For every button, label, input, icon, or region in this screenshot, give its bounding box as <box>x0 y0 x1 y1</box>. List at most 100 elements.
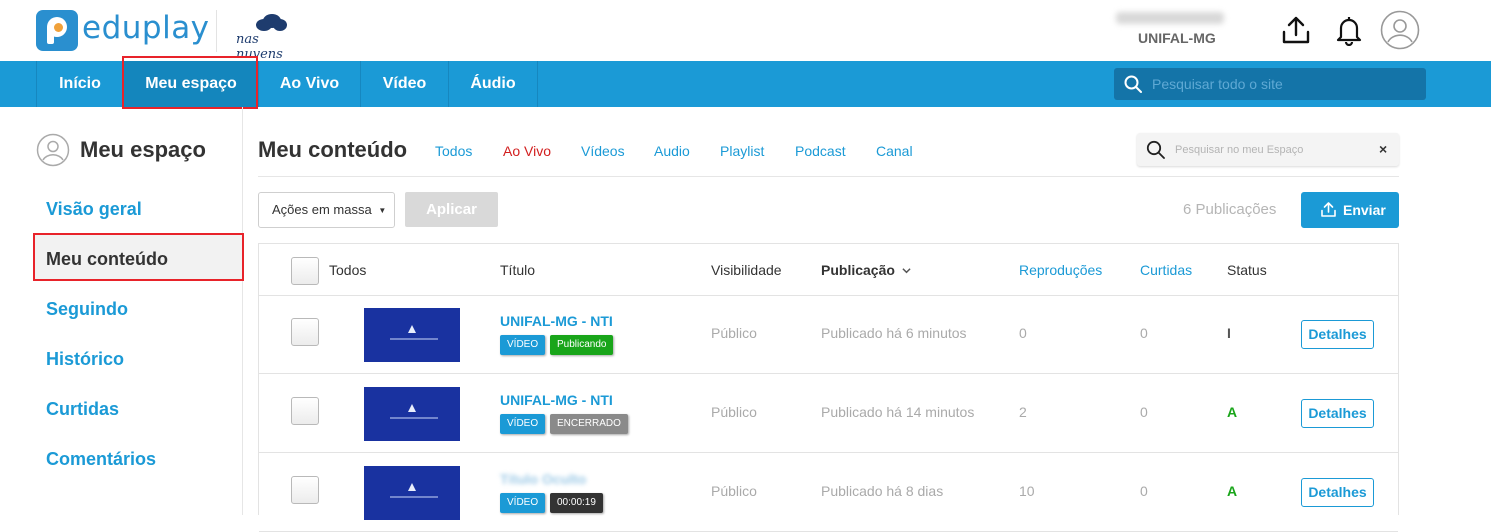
type-badge: VÍDEO <box>500 335 546 355</box>
sidebar-title: Meu espaço <box>80 137 206 162</box>
search-icon <box>1124 75 1142 93</box>
nav-item-video[interactable]: Vídeo <box>360 61 448 107</box>
bell-icon[interactable] <box>1333 14 1365 46</box>
filter-tab-todos[interactable]: Todos <box>435 143 472 159</box>
filter-tab-podcast[interactable]: Podcast <box>795 143 846 159</box>
bulk-actions-select[interactable]: Ações em massa ▼ <box>258 192 395 228</box>
col-header-likes[interactable]: Curtidas <box>1140 262 1192 278</box>
page-title: Meu conteúdo <box>258 137 408 162</box>
upload-icon[interactable] <box>1280 14 1312 46</box>
type-badge: VÍDEO <box>500 493 546 513</box>
duration-badge: 00:00:19 <box>550 493 603 513</box>
video-thumbnail[interactable] <box>364 466 460 520</box>
col-header-all: Todos <box>329 262 367 278</box>
brand-name[interactable]: eduplay <box>82 10 210 46</box>
row-visibility: Público <box>711 483 757 499</box>
thumbnail-logo-icon <box>408 483 416 491</box>
user-org: UNIFAL-MG <box>1138 30 1216 46</box>
user-avatar-icon[interactable] <box>1380 10 1420 50</box>
sidebar-item-historico[interactable]: Histórico <box>46 349 124 370</box>
caret-down-icon: ▼ <box>378 205 387 215</box>
col-header-plays[interactable]: Reproduções <box>1019 262 1102 278</box>
col-header-status: Status <box>1227 262 1267 278</box>
row-likes: 0 <box>1140 483 1148 499</box>
filter-tab-ao-vivo[interactable]: Ao Vivo <box>503 143 551 159</box>
state-badge: ENCERRADO <box>550 414 628 434</box>
select-all-checkbox[interactable] <box>291 257 319 285</box>
filter-tab-canal[interactable]: Canal <box>876 143 913 159</box>
filter-tab-audio[interactable]: Audio <box>654 143 690 159</box>
table-header: Todos Título Visibilidade Publicação Rep… <box>259 244 1398 296</box>
video-thumbnail[interactable] <box>364 387 460 441</box>
row-checkbox[interactable] <box>291 397 319 425</box>
row-published: Publicado há 8 dias <box>821 483 944 499</box>
row-likes: 0 <box>1140 325 1148 341</box>
details-button[interactable]: Detalhes <box>1301 399 1374 428</box>
row-plays: 0 <box>1019 325 1027 341</box>
row-published: Publicado há 6 minutos <box>821 325 967 341</box>
row-visibility: Público <box>711 325 757 341</box>
site-search <box>1114 68 1426 100</box>
row-checkbox[interactable] <box>291 476 319 504</box>
col-header-title: Título <box>500 262 536 278</box>
col-header-publication[interactable]: Publicação <box>821 262 911 278</box>
content-table: Todos Título Visibilidade Publicação Rep… <box>258 243 1399 532</box>
sidebar-item-comentarios[interactable]: Comentários <box>46 449 156 470</box>
upload-icon <box>1321 202 1336 217</box>
row-visibility: Público <box>711 404 757 420</box>
partner-logo: nas nuvens <box>234 14 306 62</box>
details-button[interactable]: Detalhes <box>1301 478 1374 507</box>
send-button[interactable]: Enviar <box>1301 192 1399 228</box>
chevron-down-icon <box>902 268 911 274</box>
type-badge: VÍDEO <box>500 414 546 434</box>
filter-tab-videos[interactable]: Vídeos <box>581 143 625 159</box>
clear-search-icon[interactable]: × <box>1379 141 1387 157</box>
nav-item-audio[interactable]: Áudio <box>448 61 538 107</box>
sidebar-highlight-box <box>33 233 244 281</box>
row-title[interactable]: UNIFAL-MG - NTI <box>500 392 613 408</box>
table-row: Título Oculto VÍDEO 00:00:19 Público Pub… <box>259 454 1398 532</box>
table-row: UNIFAL-MG - NTI VÍDEO Publicando Público… <box>259 296 1398 374</box>
logo-divider <box>216 10 217 52</box>
main-nav: Início Meu espaço Ao Vivo Vídeo Áudio <box>0 56 1491 109</box>
sidebar-item-visao-geral[interactable]: Visão geral <box>46 199 142 220</box>
cloud-icon <box>256 14 287 31</box>
my-space-search-input[interactable] <box>1175 133 1370 166</box>
row-title[interactable]: Título Oculto <box>500 471 586 487</box>
send-label: Enviar <box>1343 202 1386 218</box>
row-likes: 0 <box>1140 404 1148 420</box>
nav-highlight-box <box>122 56 258 109</box>
user-profile-icon <box>36 133 70 167</box>
video-thumbnail[interactable] <box>364 308 460 362</box>
nav-item-ao-vivo[interactable]: Ao Vivo <box>258 61 360 107</box>
row-plays: 2 <box>1019 404 1027 420</box>
apply-button[interactable]: Aplicar <box>405 192 498 227</box>
search-icon <box>1146 140 1165 159</box>
state-badge: Publicando <box>550 335 614 355</box>
row-published: Publicado há 14 minutos <box>821 404 975 420</box>
sidebar-item-curtidas[interactable]: Curtidas <box>46 399 119 420</box>
publication-count: 6 Publicações <box>1183 201 1277 218</box>
col-header-publication-label: Publicação <box>821 262 895 278</box>
col-header-visibility: Visibilidade <box>711 262 782 278</box>
filter-tab-playlist[interactable]: Playlist <box>720 143 764 159</box>
top-header: eduplay nas nuvens UNIFAL-MG <box>0 0 1491 62</box>
table-row: UNIFAL-MG - NTI VÍDEO ENCERRADO Público … <box>259 375 1398 453</box>
user-name-blurred <box>1116 12 1224 24</box>
row-status: A <box>1227 483 1238 499</box>
sidebar-item-seguindo[interactable]: Seguindo <box>46 299 128 320</box>
row-status: A <box>1227 404 1238 420</box>
site-search-input[interactable] <box>1152 68 1420 100</box>
eduplay-logo-icon[interactable] <box>36 10 78 51</box>
my-space-search: × <box>1137 133 1399 166</box>
row-title[interactable]: UNIFAL-MG - NTI <box>500 313 613 329</box>
thumbnail-logo-icon <box>408 404 416 412</box>
details-button[interactable]: Detalhes <box>1301 320 1374 349</box>
row-checkbox[interactable] <box>291 318 319 346</box>
nav-item-inicio[interactable]: Início <box>36 61 123 107</box>
row-status: I <box>1227 325 1231 341</box>
header-divider <box>258 176 1399 177</box>
thumbnail-logo-icon <box>408 325 416 333</box>
row-plays: 10 <box>1019 483 1035 499</box>
bulk-actions-label: Ações em massa <box>272 202 372 217</box>
